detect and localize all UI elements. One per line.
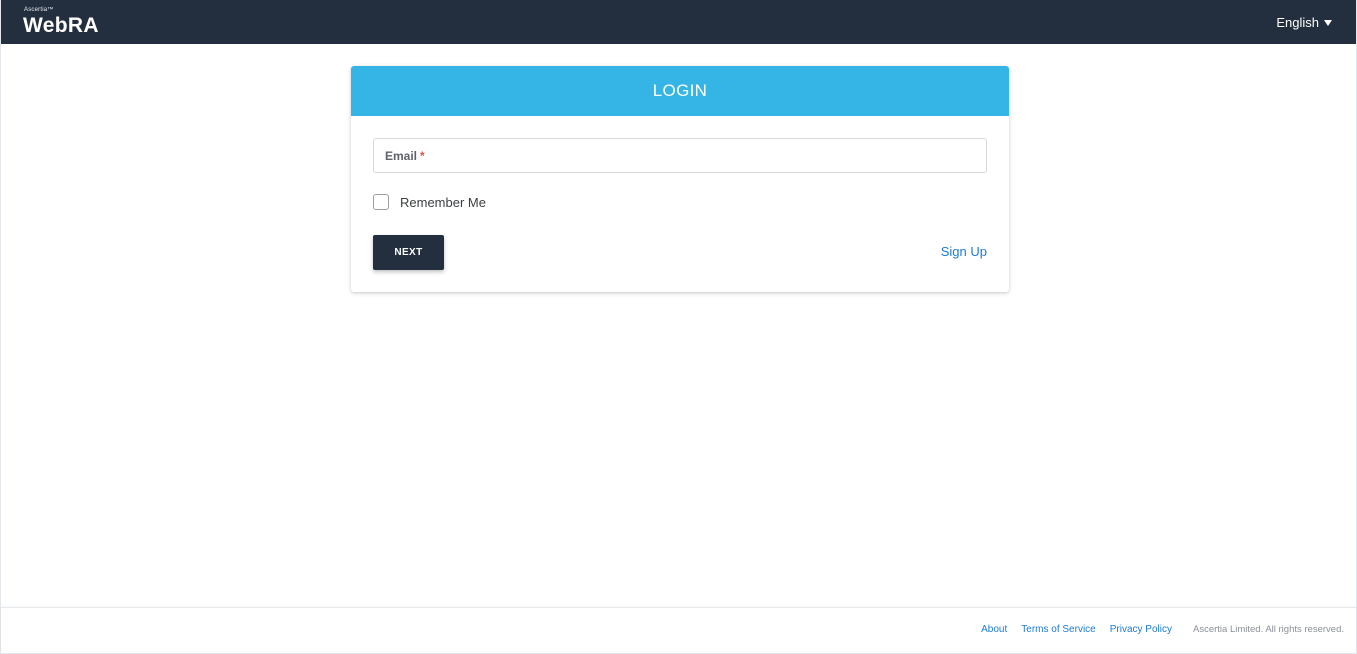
brand-main-text: WebRA — [23, 14, 99, 37]
footer-link-terms[interactable]: Terms of Service — [1021, 624, 1095, 635]
copyright-text: Ascertia Limited. All rights reserved. — [1192, 624, 1344, 635]
remember-me-row[interactable]: Remember Me — [373, 194, 486, 210]
caret-down-icon — [1324, 19, 1332, 26]
login-card-header: LOGIN — [351, 66, 1009, 116]
language-selector[interactable]: English — [1276, 15, 1332, 30]
footer: About Terms of Service Privacy Policy As… — [1, 607, 1356, 654]
remember-me-checkbox[interactable] — [373, 194, 389, 210]
footer-link-privacy[interactable]: Privacy Policy — [1110, 624, 1172, 635]
webra-logo[interactable]: Ascertia™ WebRA — [23, 0, 143, 44]
footer-link-about[interactable]: About — [981, 624, 1007, 635]
next-button[interactable]: NEXT — [373, 235, 444, 270]
remember-me-label[interactable]: Remember Me — [400, 195, 486, 210]
login-title: LOGIN — [652, 81, 708, 100]
sign-up-link[interactable]: Sign Up — [941, 244, 987, 259]
login-card: LOGIN Email * Remember Me NEXT Sign Up — [351, 66, 1009, 292]
top-bar: Ascertia™ WebRA English — [1, 0, 1356, 44]
language-label: English — [1276, 14, 1319, 30]
email-field[interactable]: Email * — [373, 138, 987, 173]
email-input[interactable] — [374, 139, 986, 172]
brand-small-text: Ascertia™ — [24, 7, 54, 13]
